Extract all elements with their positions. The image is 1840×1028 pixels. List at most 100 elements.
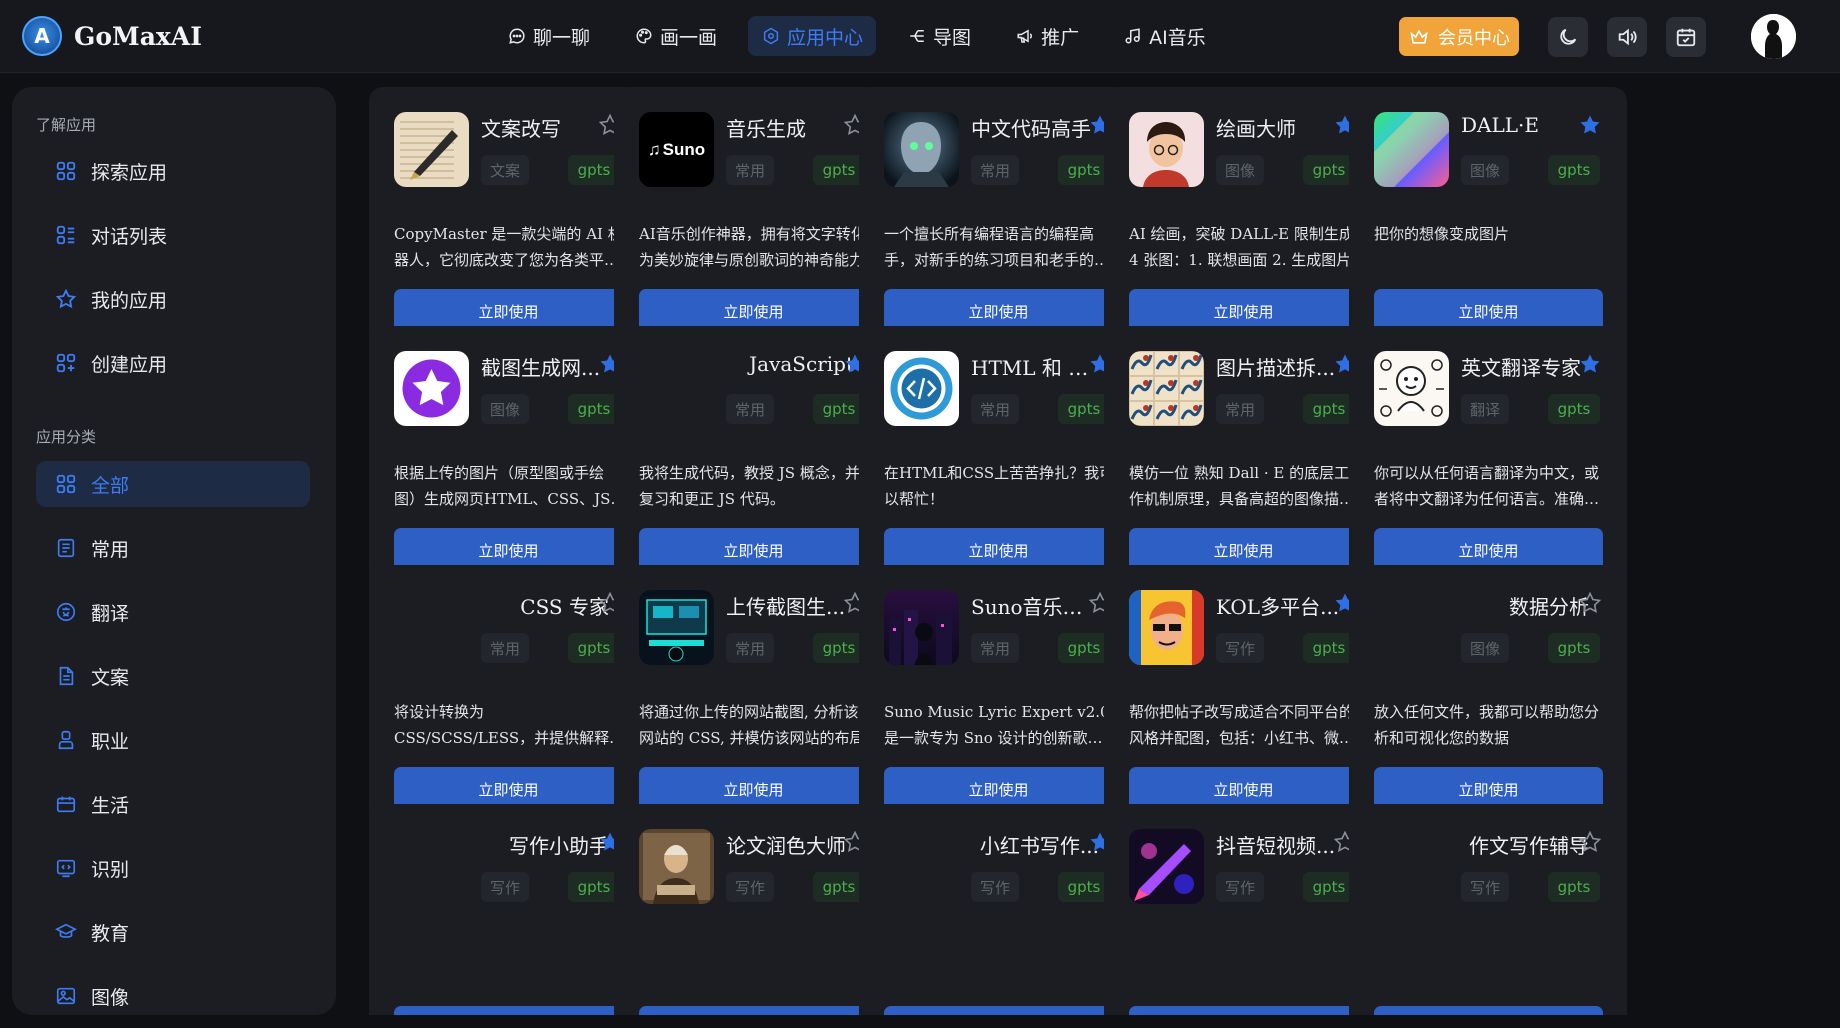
sidebar-item-common[interactable]: 常用 [36, 525, 310, 571]
app-card[interactable]: 英文翻译专家 翻译 gpts 你可以从任何语言翻译为中文，或者将中文翻译为任何语言。准… [1349, 326, 1627, 596]
category-tag: 写作 [971, 872, 1019, 902]
sidebar-item-explore[interactable]: 探索应用 [36, 148, 310, 194]
use-now-button[interactable]: 立即使用 [1374, 1006, 1603, 1015]
category-tag: 翻译 [1461, 394, 1509, 424]
app-card[interactable]: 中文代码高手 常用 gpts 一个擅长所有编程语言的编程高手，对新手的练习项目和老手的… [859, 87, 1137, 357]
hexagon-icon [761, 26, 781, 46]
app-card[interactable]: DALL·E 图像 gpts 把你的想像变成图片 立即使用 [1349, 87, 1627, 357]
gpts-badge: gpts [1303, 872, 1355, 902]
gpts-badge: gpts [1058, 394, 1110, 424]
sidebar-item-label: 图像 [91, 986, 130, 1009]
app-card[interactable]: 抖音短视频... 写作 gpts 立即使用 [1104, 804, 1382, 1015]
gpts-badge: gpts [813, 872, 865, 902]
nav-item-mindmap[interactable]: 导图 [894, 16, 984, 56]
app-thumbnail [1129, 590, 1204, 665]
gpts-badge: gpts [813, 633, 865, 663]
app-description: CopyMaster 是一款尖端的 AI 机器人，它彻底改变了您为各类平台撰写文… [394, 225, 623, 269]
app-description: 我将生成代码，教授 JS 概念，并复习和更正 JS 代码。 [639, 464, 860, 508]
app-card[interactable]: KOL多平台... 写作 gpts 帮你把帖子改写成适合不同平台的风格并配图，包括：小… [1104, 565, 1382, 835]
sidebar-item-label: 对话列表 [91, 225, 168, 248]
app-card[interactable]: 写作小助手写作 gpts 立即使用 [369, 804, 647, 1015]
sidebar-item-copywriting[interactable]: 文案 [36, 653, 310, 699]
app-title: KOL多平台... [1216, 595, 1340, 619]
app-title: DALL·E [1461, 113, 1539, 137]
mindmap-icon [907, 26, 927, 46]
app-card[interactable]: 小红书写作... 写作 gpts 立即使用 [859, 804, 1137, 1015]
use-now-button[interactable]: 立即使用 [884, 1006, 1113, 1015]
member-center-button[interactable]: 会员中心 [1399, 17, 1519, 56]
category-tag: 写作 [726, 872, 774, 902]
nav-item-app-center[interactable]: 应用中心 [748, 16, 877, 56]
sidebar-item-career[interactable]: 职业 [36, 717, 310, 763]
top-bar: A GoMaxAI 聊一聊 画一画 应用中心 导图 推广 AI音乐 会员中心 [0, 0, 1840, 73]
app-card[interactable]: 图片描述拆... 常用 gpts 模仿一位 熟知 Dall · E 的底层工作机制原理… [1104, 326, 1382, 596]
document-icon [54, 664, 78, 688]
app-card[interactable]: HTML 和 C... 常用 gpts 在HTML和CSS上苦苦挣扎？我可以帮忙！ 立即… [859, 326, 1137, 596]
app-title: 图片描述拆... [1216, 356, 1336, 380]
translate-icon [54, 600, 78, 624]
sidebar-item-dialog-list[interactable]: 对话列表 [36, 212, 310, 258]
user-avatar[interactable] [1751, 14, 1796, 59]
sidebar-item-all[interactable]: 全部 [36, 461, 310, 507]
app-card[interactable]: 作文写作辅导写作 gpts 立即使用 [1349, 804, 1627, 1015]
nav-label: AI音乐 [1149, 26, 1206, 49]
brand[interactable]: A GoMaxAI [22, 15, 202, 57]
app-title: CSS 专家 [520, 595, 609, 619]
gpts-badge: gpts [1548, 155, 1600, 185]
sound-toggle-button[interactable] [1607, 17, 1647, 57]
sidebar-item-image[interactable]: 图像 [36, 973, 310, 1019]
app-card[interactable]: 截图生成网... 图像 gpts 根据上传的图片（原型图或手绘图）生成网页HTML、C… [369, 326, 647, 596]
theme-toggle-button[interactable] [1548, 17, 1588, 57]
sidebar-item-life[interactable]: 生活 [36, 781, 310, 827]
app-card[interactable]: CSS 专家常用 gpts 将设计转换为 CSS/SCSS/LESS，并提供解释和优… [369, 565, 647, 835]
app-thumbnail [1129, 112, 1204, 187]
nav-item-ai-music[interactable]: AI音乐 [1110, 16, 1219, 56]
app-card[interactable]: 上传截图生... 常用 gpts 将通过你上传的网站截图, 分析该网站的 CSS, 并… [614, 565, 892, 835]
sidebar-item-label: 教育 [91, 922, 130, 945]
star-filled-icon[interactable] [1578, 113, 1602, 137]
category-tag: 常用 [971, 155, 1019, 185]
app-title: 绘画大师 [1216, 117, 1296, 141]
nav-item-draw[interactable]: 画一画 [621, 16, 730, 56]
checkin-button[interactable] [1666, 17, 1706, 57]
app-description: 把你的想像变成图片 [1374, 225, 1510, 243]
nav-item-chat[interactable]: 聊一聊 [494, 16, 603, 56]
category-tag: 写作 [1216, 872, 1264, 902]
gpts-badge: gpts [1303, 155, 1355, 185]
app-thumbnail [394, 112, 469, 187]
sidebar-item-my-apps[interactable]: 我的应用 [36, 276, 310, 322]
app-card[interactable]: Suno音乐歌... 常用 gpts Suno Music Lyric Expert … [859, 565, 1137, 835]
sidebar-item-translate[interactable]: 翻译 [36, 589, 310, 635]
app-card[interactable]: 文案改写文案 gpts CopyMaster 是一款尖端的 AI 机器人，它彻底改变… [369, 87, 647, 357]
use-now-button[interactable]: 立即使用 [1129, 1006, 1358, 1015]
category-tag: 常用 [726, 155, 774, 185]
star-outline-icon[interactable] [1578, 591, 1602, 615]
use-now-button[interactable]: 立即使用 [394, 1006, 623, 1015]
app-description: 根据上传的图片（原型图或手绘图）生成网页HTML、CSS、JS代码 [394, 464, 625, 508]
star-outline-icon[interactable] [1578, 830, 1602, 854]
star-filled-icon[interactable] [1578, 352, 1602, 376]
nav-label: 推广 [1041, 26, 1080, 49]
app-card[interactable]: 绘画大师 图像 gpts AI 绘画，突破 DALL-E 限制生成 4 张图：1. 联… [1104, 87, 1382, 357]
nav-item-promote[interactable]: 推广 [1002, 16, 1092, 56]
app-card[interactable]: 数据分析 图像 gpts 放入任何文件，我都可以帮助您分析和可视化您的数据 立即使用 [1349, 565, 1627, 835]
category-tag: 图像 [1461, 633, 1509, 663]
app-thumbnail [394, 351, 469, 426]
sidebar-item-recognize[interactable]: 识别 [36, 845, 310, 891]
app-thumbnail [884, 112, 959, 187]
sidebar-item-create-app[interactable]: 创建应用 [36, 340, 310, 386]
app-title: 小红书写作... [979, 834, 1099, 858]
sidebar-section-title: 应用分类 [36, 428, 97, 446]
app-card[interactable]: ♫ Suno 音乐生成 常用 gpts AI音乐创作神器，拥有将文字转化为美妙旋律与原创歌… [614, 87, 892, 357]
app-title: 写作小助手 [509, 834, 609, 858]
sidebar-item-education[interactable]: 教育 [36, 909, 310, 955]
gpts-badge: gpts [1303, 394, 1355, 424]
app-card[interactable]: 论文润色大师写作 gpts 立即使用 [614, 804, 892, 1015]
use-now-button[interactable]: 立即使用 [639, 1006, 868, 1015]
sidebar-section-title: 了解应用 [36, 116, 97, 134]
palette-icon [634, 26, 654, 46]
calendar-check-icon [1676, 28, 1696, 47]
brand-logo-icon: A [22, 16, 62, 56]
sidebar-item-label: 生活 [91, 794, 130, 817]
app-card[interactable]: JavaScript 常用 gpts 我将生成代码，教授 JS 概念，并复习和更正 J… [614, 326, 892, 596]
